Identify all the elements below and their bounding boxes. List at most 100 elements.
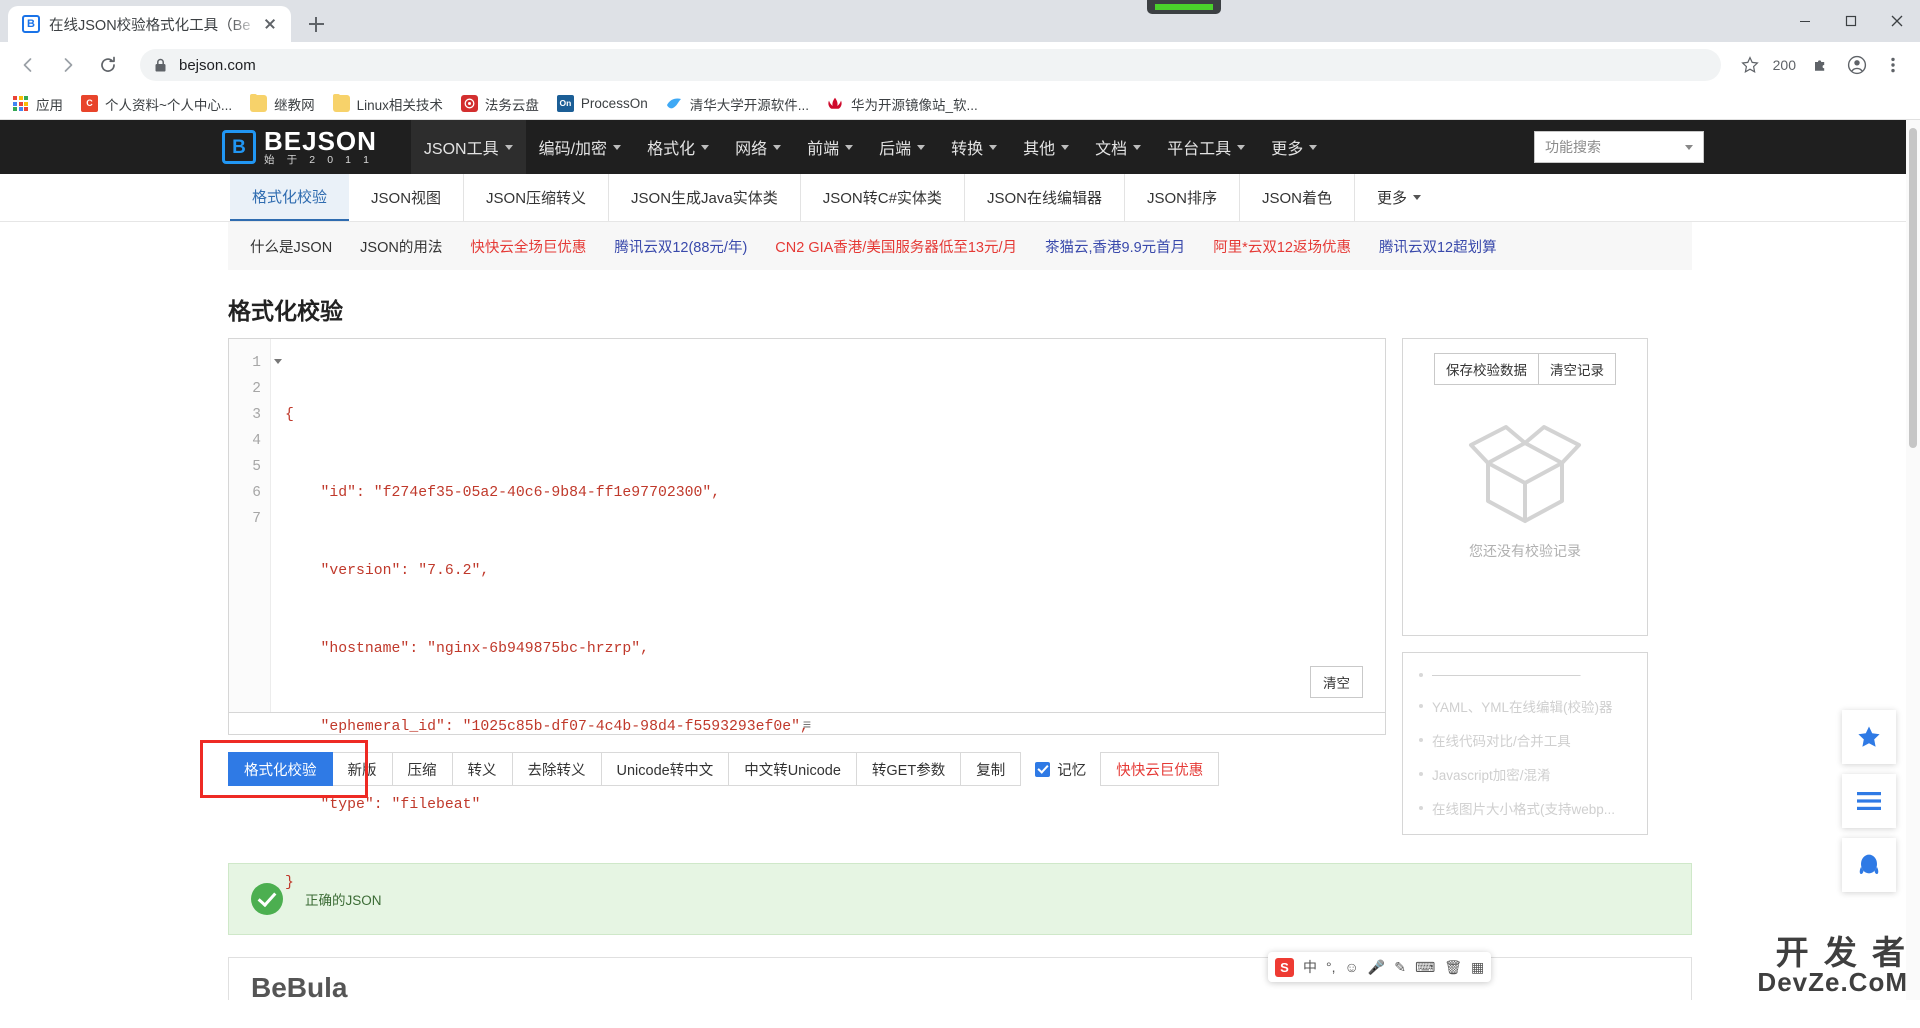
ime-punctuation-icon[interactable]: °, <box>1326 959 1336 975</box>
link-cn2-gia-server[interactable]: CN2 GIA香港/美国服务器低至13元/月 <box>775 236 1017 257</box>
escape-button[interactable]: 转义 <box>453 752 513 786</box>
back-icon[interactable] <box>10 47 46 83</box>
bookmark-star-icon[interactable] <box>1733 48 1767 82</box>
related-link-label: YAML、YML在线编辑(校验)器 <box>1432 696 1613 716</box>
tab-label: JSON转C#实体类 <box>823 187 942 208</box>
ime-mode-chinese[interactable]: 中 <box>1303 957 1317 977</box>
bejson-logo-icon: B <box>222 130 256 164</box>
json-code-area[interactable]: { "id": "f274ef35-05a2-40c6-9b84-ff1e977… <box>271 339 1385 712</box>
sogou-ime-logo-icon[interactable]: S <box>1275 958 1294 977</box>
address-bar[interactable]: bejson.com <box>140 49 1721 81</box>
tab-format-validate[interactable]: 格式化校验 <box>230 174 349 221</box>
nav-item-encoding[interactable]: 编码/加密 <box>526 120 634 174</box>
nav-item-more[interactable]: 更多 <box>1258 120 1330 174</box>
address-bar-url: bejson.com <box>179 57 1707 74</box>
memory-checkbox[interactable]: 记忆 <box>1021 759 1100 780</box>
related-link[interactable]: ——————————— <box>1419 667 1631 682</box>
menu-button[interactable] <box>1842 774 1896 828</box>
nav-item-frontend[interactable]: 前端 <box>794 120 866 174</box>
maximize-icon[interactable] <box>1828 0 1874 42</box>
bookmark-apps[interactable]: 应用 <box>12 94 63 114</box>
chinese-to-unicode-button[interactable]: 中文转Unicode <box>729 752 857 786</box>
browser-menu-icon[interactable] <box>1876 48 1910 82</box>
link-what-is-json[interactable]: 什么是JSON <box>250 236 332 257</box>
related-link[interactable]: 在线图片大小格式(支持webp... <box>1419 798 1631 818</box>
bookmark-huawei-mirror[interactable]: 华为开源镜像站_软... <box>827 94 978 114</box>
tab-label: JSON着色 <box>1262 187 1332 208</box>
tab-json-online-editor[interactable]: JSON在线编辑器 <box>965 174 1125 221</box>
logo-subtitle: 始 于 2 0 1 1 <box>264 155 377 166</box>
page-scrollbar[interactable] <box>1906 120 1920 1000</box>
promo-kuaikuai-button[interactable]: 快快云巨优惠 <box>1100 752 1219 786</box>
nav-item-other[interactable]: 其他 <box>1010 120 1082 174</box>
bookmark-linux[interactable]: Linux相关技术 <box>333 94 443 114</box>
nav-item-docs[interactable]: 文档 <box>1082 120 1154 174</box>
link-tencent-cloud-1212[interactable]: 腾讯云双12(88元/年) <box>614 236 747 257</box>
related-link[interactable]: YAML、YML在线编辑(校验)器 <box>1419 696 1631 716</box>
code-line: "hostname": "nginx-6b949875bc-hrzrp", <box>285 636 1385 662</box>
link-kuaikuai-cloud[interactable]: 快快云全场巨优惠 <box>470 236 586 257</box>
bookmark-processon[interactable]: On ProcessOn <box>557 95 648 112</box>
link-chamao-cloud[interactable]: 茶猫云,香港9.9元首月 <box>1045 236 1185 257</box>
tab-more[interactable]: 更多 <box>1355 174 1443 221</box>
tab-json-to-csharp[interactable]: JSON转C#实体类 <box>801 174 965 221</box>
link-aliyun-1212[interactable]: 阿里*云双12返场优惠 <box>1213 236 1351 257</box>
browser-tab[interactable]: B 在线JSON校验格式化工具（Be <box>8 6 291 42</box>
copy-button[interactable]: 复制 <box>961 752 1021 786</box>
link-tencent-cloud-super[interactable]: 腾讯云双12超划算 <box>1379 236 1497 257</box>
tab-json-compress-escape[interactable]: JSON压缩转义 <box>464 174 609 221</box>
nav-item-network[interactable]: 网络 <box>722 120 794 174</box>
compress-button[interactable]: 压缩 <box>393 752 453 786</box>
extensions-icon[interactable] <box>1804 48 1838 82</box>
to-get-params-button[interactable]: 转GET参数 <box>857 752 961 786</box>
ime-handwrite-icon[interactable]: ✎ <box>1394 959 1406 976</box>
fold-toggle-icon[interactable] <box>274 359 282 364</box>
bookmark-tsinghua-mirror[interactable]: 清华大学开源软件... <box>666 94 809 114</box>
ime-toolbox-icon[interactable]: ▦ <box>1471 959 1484 976</box>
page-title: 格式化校验 <box>228 292 1920 326</box>
json-editor[interactable]: 1 2 3 4 5 6 7 { "id": "f274ef35-05a2-40c… <box>228 338 1386 713</box>
reload-icon[interactable] <box>90 47 126 83</box>
bullet-icon <box>1419 772 1423 776</box>
bullet-icon <box>1419 673 1423 677</box>
function-search-input[interactable]: 功能搜索 <box>1534 131 1704 163</box>
bookmark-jijiaowang[interactable]: 继教网 <box>250 94 315 114</box>
unicode-to-chinese-button[interactable]: Unicode转中文 <box>602 752 730 786</box>
ime-keyboard-icon[interactable]: ⌨ <box>1415 959 1435 976</box>
tab-json-colorize[interactable]: JSON着色 <box>1240 174 1355 221</box>
tab-json-sort[interactable]: JSON排序 <box>1125 174 1240 221</box>
site-logo[interactable]: B BEJSON 始 于 2 0 1 1 <box>222 128 377 166</box>
unescape-button[interactable]: 去除转义 <box>513 752 602 786</box>
line-number: 5 <box>229 454 270 480</box>
tab-json-view[interactable]: JSON视图 <box>349 174 464 221</box>
related-link[interactable]: Javascript加密/混淆 <box>1419 764 1631 784</box>
nav-item-convert[interactable]: 转换 <box>938 120 1010 174</box>
chevron-down-icon <box>505 145 513 150</box>
bookmark-personal-profile[interactable]: C 个人资料~个人中心... <box>81 94 232 114</box>
bookmark-fawu-cloud[interactable]: 法务云盘 <box>461 94 539 114</box>
nav-item-format[interactable]: 格式化 <box>634 120 722 174</box>
close-tab-icon[interactable] <box>259 13 281 35</box>
clear-editor-button[interactable]: 清空 <box>1310 666 1363 698</box>
forward-icon[interactable] <box>50 47 86 83</box>
new-version-button[interactable]: 新版 <box>333 752 393 786</box>
related-link[interactable]: 在线代码对比/合并工具 <box>1419 730 1631 750</box>
scrollbar-thumb[interactable] <box>1909 128 1917 448</box>
minimize-icon[interactable] <box>1782 0 1828 42</box>
ime-emoji-icon[interactable]: ☺ <box>1345 959 1359 975</box>
qq-contact-button[interactable] <box>1842 838 1896 892</box>
link-json-usage[interactable]: JSON的用法 <box>360 236 442 257</box>
save-validation-data-button[interactable]: 保存校验数据 <box>1434 353 1538 385</box>
ime-voice-icon[interactable]: 🎤 <box>1368 959 1385 976</box>
favorite-button[interactable] <box>1842 710 1896 764</box>
tab-json-to-java[interactable]: JSON生成Java实体类 <box>609 174 801 221</box>
format-validate-button[interactable]: 格式化校验 <box>228 752 333 786</box>
ime-trash-icon[interactable]: 🗑 <box>1444 959 1462 976</box>
nav-item-platform-tools[interactable]: 平台工具 <box>1154 120 1258 174</box>
nav-item-json-tools[interactable]: JSON工具 <box>411 120 526 174</box>
new-tab-button[interactable] <box>299 7 333 41</box>
clear-history-button[interactable]: 清空记录 <box>1538 353 1616 385</box>
close-window-icon[interactable] <box>1874 0 1920 42</box>
profile-icon[interactable] <box>1840 48 1874 82</box>
nav-item-backend[interactable]: 后端 <box>866 120 938 174</box>
